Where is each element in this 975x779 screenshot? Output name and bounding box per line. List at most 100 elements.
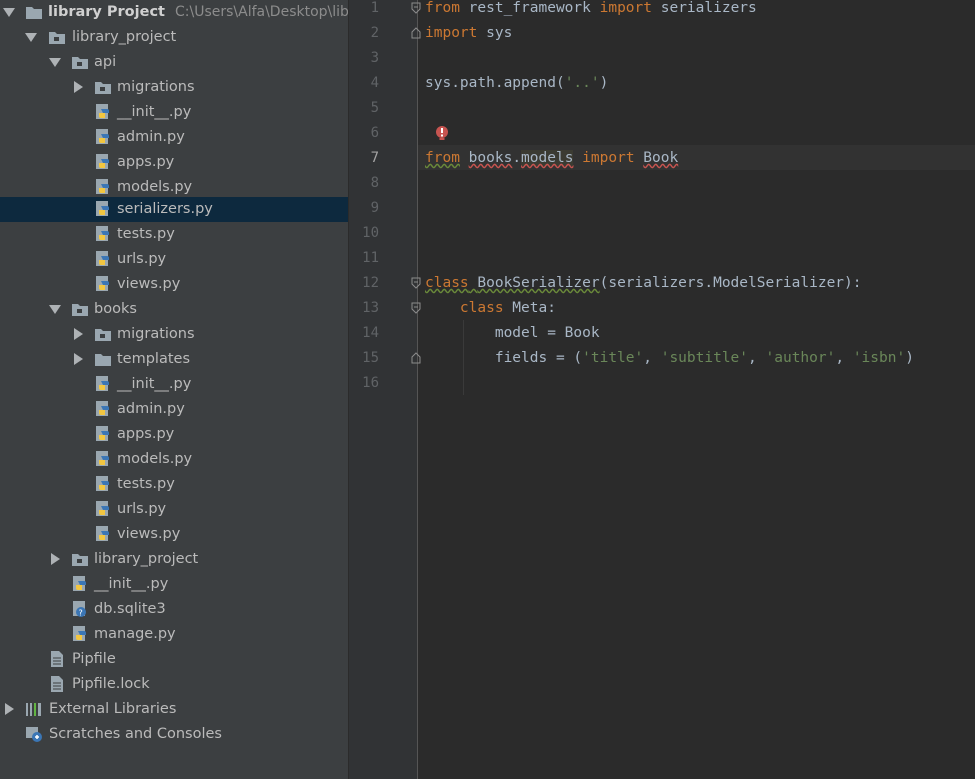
text-file-icon	[51, 651, 63, 667]
package-folder-icon	[95, 329, 111, 341]
python-file-icon	[96, 501, 109, 516]
tree-item-api-serializers-selected[interactable]: serializers.py	[0, 197, 348, 222]
fold-end-marker-icon[interactable]	[411, 352, 421, 364]
fold-marker-icon[interactable]	[411, 277, 421, 289]
python-file-icon	[96, 129, 109, 144]
tree-item-api-urls[interactable]: urls.py	[0, 247, 348, 272]
tree-item-api-migrations[interactable]: migrations	[0, 75, 348, 100]
tree-item-books-admin[interactable]: admin.py	[0, 397, 348, 422]
line-number: 15	[362, 350, 379, 366]
fold-end-marker-icon[interactable]	[411, 27, 421, 39]
database-file-icon: ?	[73, 601, 86, 618]
expand-arrow-icon[interactable]	[49, 56, 61, 68]
tree-item-db-sqlite[interactable]: ? db.sqlite3	[0, 597, 348, 622]
line-number: 13	[362, 300, 379, 316]
tree-item-books-apps[interactable]: apps.py	[0, 422, 348, 447]
tree-item-label: External Libraries	[49, 701, 177, 717]
tree-item-books-templates[interactable]: templates	[0, 347, 348, 372]
code-text: (serializers.ModelSerializer):	[599, 275, 862, 291]
svg-text:?: ?	[79, 609, 83, 618]
tree-item-books-migrations[interactable]: migrations	[0, 322, 348, 347]
tree-item-label: Pipfile	[72, 651, 116, 667]
keyword: from	[425, 0, 460, 16]
python-file-icon	[96, 251, 109, 266]
python-file-icon	[96, 201, 109, 216]
python-file-icon	[96, 401, 109, 416]
tree-item-api-views[interactable]: views.py	[0, 272, 348, 297]
package-folder-icon	[72, 304, 88, 316]
python-file-icon	[96, 276, 109, 291]
string-literal: 'subtitle'	[660, 350, 749, 366]
tree-item-scratches[interactable]: Scratches and Consoles	[0, 722, 348, 747]
project-name: library Project C:\Users\Alfa\Desktop\lib…	[48, 0, 348, 25]
tree-item-root-init[interactable]: __init__.py	[0, 572, 348, 597]
error-bulb-icon[interactable]	[433, 125, 451, 143]
project-name-text: library Project	[48, 4, 165, 20]
expand-arrow-icon[interactable]	[3, 6, 15, 18]
keyword: import	[599, 0, 652, 16]
libraries-icon	[26, 703, 41, 716]
expand-arrow-icon[interactable]	[49, 303, 61, 315]
collapse-arrow-icon[interactable]	[72, 328, 84, 340]
python-file-icon	[96, 154, 109, 169]
unresolved-reference: models	[521, 150, 574, 166]
folder-icon	[95, 354, 111, 366]
keyword: class	[459, 300, 504, 316]
tree-item-books-tests[interactable]: tests.py	[0, 472, 348, 497]
expand-arrow-icon[interactable]	[25, 31, 37, 43]
tree-item-books-urls[interactable]: urls.py	[0, 497, 348, 522]
class-name: BookSerializer	[477, 275, 600, 291]
tree-item-label: apps.py	[117, 426, 175, 442]
tree-item-project-root[interactable]: library Project C:\Users\Alfa\Desktop\lib…	[0, 0, 348, 25]
tree-item-label: manage.py	[94, 626, 176, 642]
python-file-icon	[73, 576, 86, 591]
tree-item-books[interactable]: books	[0, 297, 348, 322]
code-line-14: model = Book	[425, 321, 600, 346]
tree-item-label: admin.py	[117, 129, 185, 145]
line-number: 10	[362, 225, 379, 241]
tree-item-books-views[interactable]: views.py	[0, 522, 348, 547]
tree-item-pipfile[interactable]: Pipfile	[0, 647, 348, 672]
tree-item-inner-library-project[interactable]: library_project	[0, 547, 348, 572]
code-line-15: fields = ('title', 'subtitle', 'author',…	[425, 346, 914, 371]
tree-item-api-tests[interactable]: tests.py	[0, 222, 348, 247]
collapse-arrow-icon[interactable]	[49, 553, 61, 565]
tree-item-api[interactable]: api	[0, 50, 348, 75]
code-text: Meta:	[503, 300, 556, 316]
tree-item-books-init[interactable]: __init__.py	[0, 372, 348, 397]
tree-item-api-apps[interactable]: apps.py	[0, 150, 348, 175]
tree-item-external-libraries[interactable]: External Libraries	[0, 697, 348, 722]
line-number: 14	[362, 325, 379, 341]
code-text: sys.path.append(	[425, 75, 565, 91]
tree-item-label: views.py	[117, 276, 181, 292]
tree-item-label: templates	[117, 351, 191, 367]
code-line-12: class BookSerializer(serializers.ModelSe…	[425, 271, 862, 296]
fold-marker-icon[interactable]	[411, 2, 421, 14]
tree-item-api-init[interactable]: __init__.py	[0, 100, 348, 125]
collapse-arrow-icon[interactable]	[72, 81, 84, 93]
package-folder-icon	[49, 32, 65, 44]
tree-item-library-project[interactable]: library_project	[0, 25, 348, 50]
tree-item-books-models[interactable]: models.py	[0, 447, 348, 472]
tree-item-pipfile-lock[interactable]: Pipfile.lock	[0, 672, 348, 697]
tree-item-label: books	[94, 301, 137, 317]
tree-item-label: __init__.py	[117, 376, 192, 392]
collapse-arrow-icon[interactable]	[72, 353, 84, 365]
text-file-icon	[51, 676, 63, 692]
tree-item-manage[interactable]: manage.py	[0, 622, 348, 647]
project-path: C:\Users\Alfa\Desktop\library	[174, 4, 348, 20]
line-number: 4	[370, 75, 379, 91]
tree-item-label: library_project	[72, 29, 177, 45]
collapse-arrow-icon[interactable]	[3, 703, 15, 715]
tree-item-api-admin[interactable]: admin.py	[0, 125, 348, 150]
fold-marker-icon[interactable]	[411, 302, 421, 314]
tree-item-label: __init__.py	[117, 104, 192, 120]
keyword: import	[582, 150, 635, 166]
code-text: ,	[643, 350, 661, 366]
tree-item-label: urls.py	[117, 501, 167, 517]
code-editor[interactable]	[418, 0, 975, 779]
tree-item-label: api	[94, 54, 117, 70]
